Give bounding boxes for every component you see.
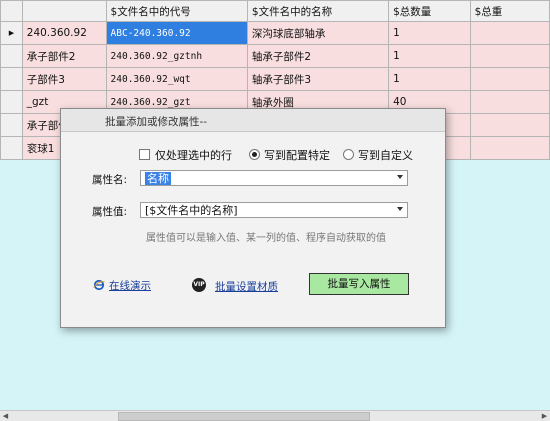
horizontal-scrollbar[interactable]: ◀ ▶ [0,410,550,421]
column-header[interactable]: $总重 [469,0,550,22]
table-cell[interactable]: 1 [388,44,471,68]
row-header-corner [0,0,23,22]
scroll-right-icon[interactable]: ▶ [539,411,550,421]
row-header [0,90,23,114]
write-config-radio[interactable]: 写到配置特定 [249,147,330,163]
column-header[interactable] [21,0,107,22]
row-header [0,67,23,91]
table-cell[interactable]: 轴承子部件3 [246,67,390,91]
checkbox-icon [139,149,150,160]
batch-material-link[interactable]: 批量设置材质 [215,279,278,294]
table-cell[interactable]: 轴承子部件2 [246,44,390,68]
attr-name-label: 属性名: [92,174,128,186]
table-cell[interactable]: 240.360.92_gztnh [105,44,248,68]
table-cell[interactable]: 承子部件2 [21,44,107,68]
table-cell[interactable]: ABC-240.360.92 [105,21,248,45]
table-cell[interactable] [469,136,550,160]
radio-icon [343,149,354,160]
selected-rows-only-checkbox[interactable]: 仅处理选中的行 [139,147,232,163]
row-header [0,44,23,68]
vip-icon: VIP [192,278,206,292]
table-cell[interactable] [469,90,550,114]
attr-name-value: 名称 [145,172,171,185]
table-cell[interactable]: 1 [388,67,471,91]
dialog-title: 批量添加或修改属性-- [105,116,208,128]
chevron-down-icon[interactable] [397,175,403,179]
write-custom-radio[interactable]: 写到自定义 [343,147,413,163]
table-cell[interactable]: 子部件3 [21,67,107,91]
table-cell[interactable]: 240.360.92 [21,21,107,45]
column-header[interactable]: $总数量 [388,0,471,22]
column-header[interactable]: $文件名中的代号 [105,0,248,22]
ie-icon [93,279,105,291]
table-row[interactable]: ▶ 240.360.92 ABC-240.360.92 深沟球底部轴承 1 [0,21,550,45]
dialog-titlebar[interactable]: 批量添加或修改属性-- [61,109,445,132]
table-row[interactable]: 子部件3 240.360.92_wqt 轴承子部件3 1 [0,67,550,91]
attr-name-combo[interactable]: 名称 [140,170,408,186]
row-header [0,136,23,160]
scrollbar-thumb[interactable] [118,412,370,421]
table-row[interactable]: 承子部件2 240.360.92_gztnh 轴承子部件2 1 [0,44,550,68]
table-cell[interactable]: 240.360.92_wqt [105,67,248,91]
online-demo-link[interactable]: 在线演示 [109,278,151,293]
attr-value-label: 属性值: [92,206,128,218]
radio-selected-icon [249,149,260,160]
radio-label: 写到自定义 [358,149,413,162]
grid-header-row: $文件名中的代号 $文件名中的名称 $总数量 $总重 [0,0,550,22]
batch-attribute-dialog: 批量添加或修改属性-- 仅处理选中的行 写到配置特定 写到自定义 属性名: 名称… [60,108,446,328]
radio-label: 写到配置特定 [264,149,330,162]
column-header[interactable]: $文件名中的名称 [246,0,390,22]
table-cell[interactable] [469,21,550,45]
table-cell[interactable] [469,67,550,91]
current-row-arrow-icon: ▶ [0,21,23,45]
batch-write-button[interactable]: 批量写入属性 [309,273,409,295]
table-cell[interactable] [469,113,550,137]
table-cell[interactable]: 深沟球底部轴承 [246,21,390,45]
table-cell[interactable]: 1 [388,21,471,45]
attr-value-hint: 属性值可以是输入值、某一列的值、程序自动获取的值 [146,233,386,244]
checkbox-label: 仅处理选中的行 [155,149,232,162]
row-header [0,113,23,137]
scroll-left-icon[interactable]: ◀ [0,411,11,421]
attr-value-combo[interactable]: [$文件名中的名称] [140,202,408,218]
chevron-down-icon[interactable] [397,207,403,211]
table-cell[interactable] [469,44,550,68]
attr-value-value: [$文件名中的名称] [145,204,238,217]
